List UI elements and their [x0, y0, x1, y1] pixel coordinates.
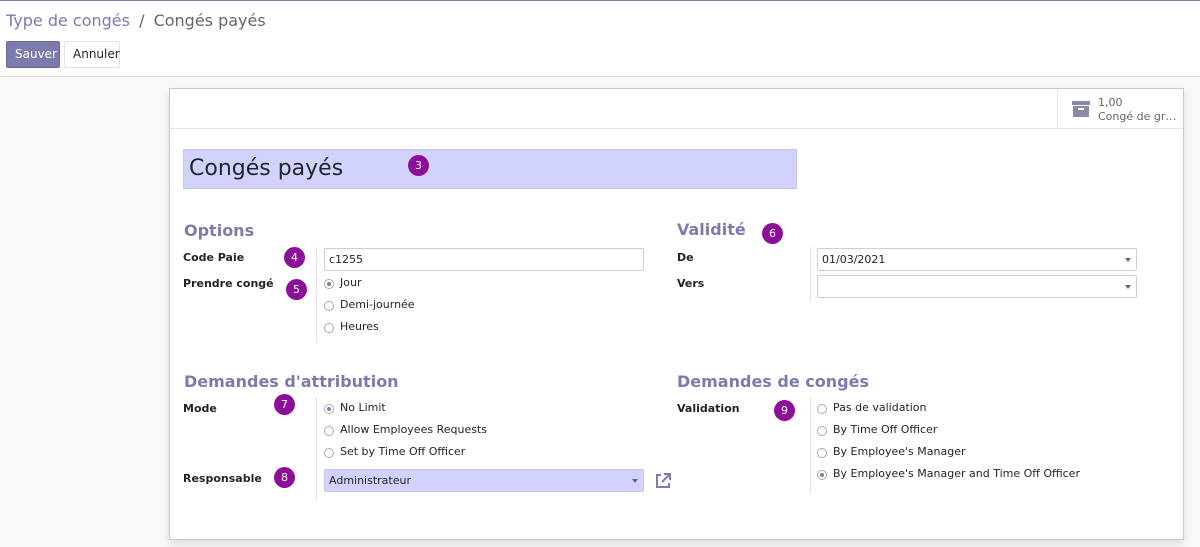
annotation-badge-8: 8: [274, 467, 295, 488]
radio-label: Jour: [340, 276, 362, 289]
stat-value: 1,00: [1098, 96, 1123, 109]
validity-from-label: De: [677, 251, 694, 264]
take-leave-label: Prendre congé: [183, 277, 274, 290]
validity-group-title: Validité: [677, 220, 746, 239]
control-panel: Type de congés / Congés payés Sauver Ann…: [0, 1, 1200, 77]
radio-button[interactable]: [324, 404, 334, 414]
allocation-divider: [316, 397, 317, 501]
archive-icon: [1072, 101, 1090, 117]
radio-button[interactable]: [324, 301, 334, 311]
radio-button[interactable]: [324, 323, 334, 333]
radio-label: Demi-journée: [340, 298, 415, 311]
options-group-title: Options: [184, 221, 255, 240]
radio-button[interactable]: [324, 448, 334, 458]
payroll-code-input[interactable]: c1255: [324, 248, 644, 271]
radio-label: Pas de validation: [833, 401, 927, 414]
chevron-down-icon: [632, 479, 638, 483]
payroll-code-label: Code Paie: [183, 251, 245, 264]
breadcrumb-current: Congés payés: [153, 11, 266, 30]
breadcrumb: Type de congés / Congés payés: [6, 11, 266, 30]
leave-type-name-field[interactable]: Congés payés: [183, 149, 797, 189]
button-box: 1,00 Congé de gr…: [170, 89, 1183, 129]
validity-divider: [810, 247, 811, 301]
leave-requests-group-title: Demandes de congés: [677, 372, 869, 391]
allocation-mode-label: Mode: [183, 402, 217, 415]
radio-label: Heures: [340, 320, 379, 333]
radio-button[interactable]: [324, 279, 334, 289]
annotation-badge-5: 5: [286, 279, 307, 300]
stat-label: Congé de gr…: [1098, 110, 1177, 123]
chevron-down-icon: [1125, 285, 1131, 289]
external-link-icon[interactable]: [654, 472, 672, 490]
validity-to-date-input[interactable]: [817, 275, 1137, 298]
validity-from-date-input[interactable]: 01/03/2021: [817, 248, 1137, 271]
allocations-stat-button[interactable]: 1,00 Congé de gr…: [1057, 89, 1183, 128]
breadcrumb-parent-link[interactable]: Type de congés: [6, 11, 130, 30]
radio-label: Set by Time Off Officer: [340, 445, 466, 458]
radio-label: By Employee's Manager: [833, 445, 966, 458]
radio-button[interactable]: [817, 448, 827, 458]
validity-to-label: Vers: [677, 277, 705, 290]
responsible-label: Responsable: [183, 472, 262, 485]
annotation-badge-9: 9: [774, 400, 795, 421]
radio-button[interactable]: [817, 470, 827, 480]
validation-divider: [810, 397, 811, 493]
options-divider: [316, 247, 317, 343]
radio-button[interactable]: [324, 426, 334, 436]
discard-button[interactable]: Annuler: [64, 41, 120, 68]
annotation-badge-7: 7: [274, 394, 295, 415]
form-sheet: 1,00 Congé de gr… Congés payés 3 Options…: [169, 88, 1184, 540]
radio-label: Allow Employees Requests: [340, 423, 487, 436]
allocation-group-title: Demandes d'attribution: [184, 372, 399, 391]
save-button[interactable]: Sauver: [6, 41, 60, 68]
annotation-badge-4: 4: [284, 247, 305, 268]
validation-label: Validation: [677, 402, 740, 415]
radio-label: No Limit: [340, 401, 386, 414]
radio-button[interactable]: [817, 404, 827, 414]
chevron-down-icon: [1125, 258, 1131, 262]
annotation-badge-3: 3: [408, 155, 429, 176]
breadcrumb-separator: /: [139, 11, 145, 30]
radio-label: By Employee's Manager and Time Off Offic…: [833, 467, 1080, 480]
responsible-value: Administrateur: [329, 474, 411, 487]
annotation-badge-6: 6: [762, 223, 783, 244]
validity-from-date-value: 01/03/2021: [822, 253, 886, 266]
radio-label: By Time Off Officer: [833, 423, 938, 436]
radio-button[interactable]: [817, 426, 827, 436]
responsible-select[interactable]: Administrateur: [324, 469, 644, 492]
